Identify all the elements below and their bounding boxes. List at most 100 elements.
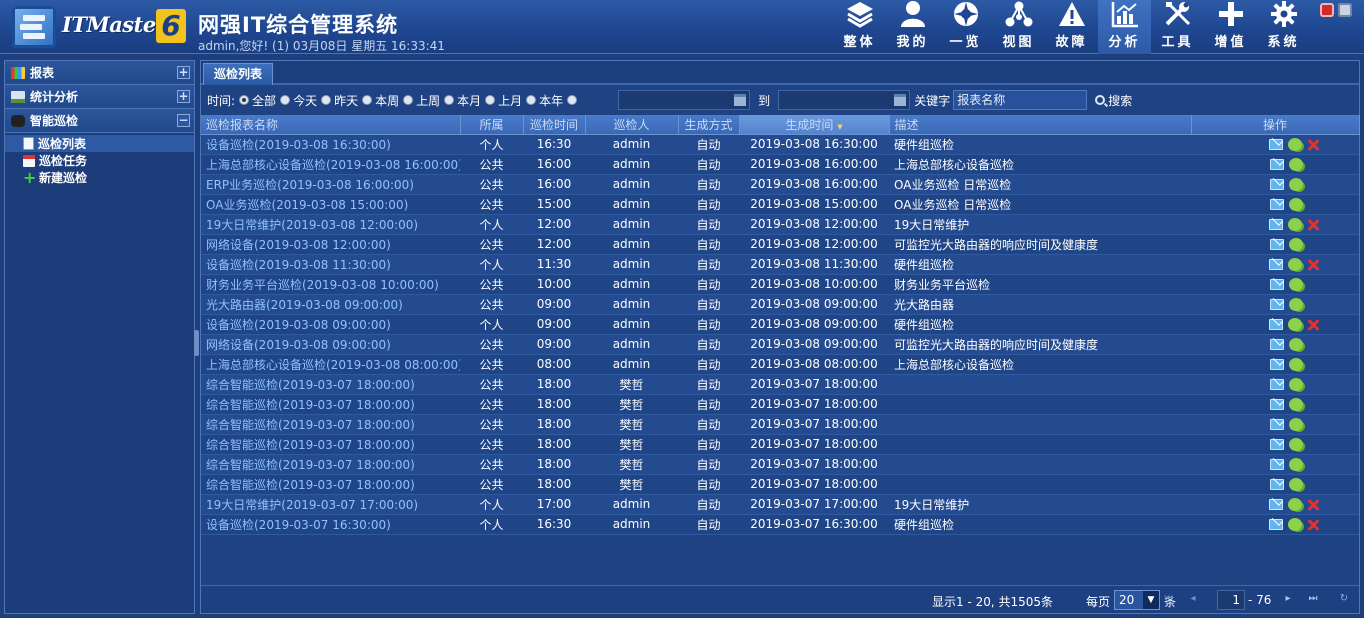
column-header-owner[interactable]: 所属 <box>460 115 524 135</box>
wechat-icon[interactable] <box>1289 378 1303 391</box>
sidebar-item-inspection-task[interactable]: 巡检任务 <box>5 152 194 169</box>
wechat-icon[interactable] <box>1289 278 1303 291</box>
column-header-time[interactable]: 巡检时间 <box>523 115 586 135</box>
wechat-icon[interactable] <box>1289 178 1303 191</box>
wechat-icon[interactable] <box>1289 358 1303 371</box>
radio-icon[interactable] <box>485 95 496 105</box>
nav-analysis[interactable]: 分析 <box>1098 0 1151 54</box>
nav-fault[interactable]: 故障 <box>1045 0 1098 54</box>
table-row[interactable]: 19大日常维护(2019-03-08 12:00:00) 个人 12:00 admin… <box>201 214 1359 235</box>
delete-icon[interactable] <box>1307 499 1319 511</box>
radio-icon[interactable] <box>526 95 537 105</box>
table-row[interactable]: OA业务巡检(2019-03-08 15:00:00) 公共 15:00 admin 自… <box>201 194 1359 215</box>
wechat-icon[interactable] <box>1288 498 1302 511</box>
radio-icon[interactable] <box>239 95 250 105</box>
table-row[interactable]: 19大日常维护(2019-03-07 17:00:00) 个人 17:00 admin… <box>201 494 1359 515</box>
table-row[interactable]: 综合智能巡检(2019-03-07 18:00:00) 公共 18:00 樊哲 自动 20… <box>201 434 1359 455</box>
report-name-link[interactable]: 财务业务平台巡检(2019-03-08 10:00:00) <box>201 274 460 295</box>
page-number-input[interactable]: 1 <box>1217 590 1245 610</box>
time-option-radio-extra[interactable] <box>567 92 580 109</box>
table-row[interactable]: ERP业务巡检(2019-03-08 16:00:00) 公共 16:00 admin… <box>201 174 1359 195</box>
nav-value-added[interactable]: 增值 <box>1204 0 1257 54</box>
radio-icon[interactable] <box>280 95 291 105</box>
expand-icon[interactable]: + <box>177 90 190 103</box>
report-name-link[interactable]: 设备巡检(2019-03-08 09:00:00) <box>201 314 460 335</box>
report-name-link[interactable]: 19大日常维护(2019-03-08 12:00:00) <box>201 214 460 235</box>
time-option-radio[interactable]: 上月 <box>485 92 522 109</box>
wechat-icon[interactable] <box>1289 298 1303 311</box>
report-name-link[interactable]: 综合智能巡检(2019-03-07 18:00:00) <box>201 394 460 415</box>
refresh-icon[interactable]: ↻ <box>1338 593 1350 605</box>
delete-icon[interactable] <box>1307 519 1319 531</box>
first-page-icon[interactable]: ⏮ <box>1163 593 1175 605</box>
delete-icon[interactable] <box>1307 219 1319 231</box>
wechat-icon[interactable] <box>1289 418 1303 431</box>
next-page-icon[interactable]: ▸ <box>1282 593 1294 605</box>
email-icon[interactable] <box>1270 239 1284 250</box>
fullscreen-icon[interactable] <box>1338 3 1352 17</box>
time-option-radio[interactable]: 上周 <box>403 92 440 109</box>
email-icon[interactable] <box>1270 199 1284 210</box>
email-icon[interactable] <box>1270 459 1284 470</box>
email-icon[interactable] <box>1269 319 1283 330</box>
wechat-icon[interactable] <box>1289 398 1303 411</box>
report-name-link[interactable]: 综合智能巡检(2019-03-07 18:00:00) <box>201 434 460 455</box>
prev-page-icon[interactable]: ◂ <box>1187 593 1199 605</box>
table-row[interactable]: 设备巡检(2019-03-08 09:00:00) 个人 09:00 admin 自动 2… <box>201 314 1359 335</box>
email-icon[interactable] <box>1269 499 1283 510</box>
wechat-icon[interactable] <box>1289 478 1303 491</box>
email-icon[interactable] <box>1270 279 1284 290</box>
wechat-icon[interactable] <box>1289 458 1303 471</box>
email-icon[interactable] <box>1270 339 1284 350</box>
table-row[interactable]: 综合智能巡检(2019-03-07 18:00:00) 公共 18:00 樊哲 自动 20… <box>201 394 1359 415</box>
radio-icon[interactable] <box>321 95 332 105</box>
nav-overview[interactable]: 一览 <box>939 0 992 54</box>
radio-icon[interactable] <box>362 95 373 105</box>
table-row[interactable]: 设备巡检(2019-03-08 16:30:00) 个人 16:30 admin 自动 2… <box>201 134 1359 155</box>
collapse-icon[interactable]: − <box>177 114 190 127</box>
time-option-radio[interactable]: 昨天 <box>321 92 358 109</box>
email-icon[interactable] <box>1270 179 1284 190</box>
start-date-input[interactable] <box>618 90 751 110</box>
wechat-icon[interactable] <box>1288 258 1302 271</box>
time-option-radio[interactable]: 本周 <box>362 92 399 109</box>
wechat-icon[interactable] <box>1288 318 1302 331</box>
report-name-link[interactable]: 综合智能巡检(2019-03-07 18:00:00) <box>201 474 460 495</box>
table-row[interactable]: 综合智能巡检(2019-03-07 18:00:00) 公共 18:00 樊哲 自动 20… <box>201 474 1359 495</box>
wechat-icon[interactable] <box>1288 518 1302 531</box>
sidebar-section-report[interactable]: 报表 + <box>5 61 194 85</box>
delete-icon[interactable] <box>1307 139 1319 151</box>
report-name-link[interactable]: 综合智能巡检(2019-03-07 18:00:00) <box>201 374 460 395</box>
calendar-icon[interactable] <box>734 94 747 106</box>
per-page-select[interactable]: 20 ▼ <box>1114 590 1160 610</box>
wechat-icon[interactable] <box>1289 238 1303 251</box>
wechat-icon[interactable] <box>1289 198 1303 211</box>
email-icon[interactable] <box>1270 299 1284 310</box>
wechat-icon[interactable] <box>1288 218 1302 231</box>
report-name-link[interactable]: 19大日常维护(2019-03-07 17:00:00) <box>201 494 460 515</box>
report-name-link[interactable]: 光大路由器(2019-03-08 09:00:00) <box>201 294 460 315</box>
sidebar-item-new-inspection[interactable]: + 新建巡检 <box>5 169 194 186</box>
wechat-icon[interactable] <box>1289 338 1303 351</box>
report-name-link[interactable]: 网络设备(2019-03-08 12:00:00) <box>201 234 460 255</box>
end-date-input[interactable] <box>778 90 911 110</box>
nav-overall[interactable]: 整体 <box>833 0 886 54</box>
nav-view[interactable]: 视图 <box>992 0 1045 54</box>
keyword-input[interactable]: 报表名称 <box>953 90 1088 110</box>
email-icon[interactable] <box>1270 439 1284 450</box>
report-name-link[interactable]: 上海总部核心设备巡检(2019-03-08 08:00:00) <box>201 354 460 375</box>
report-name-link[interactable]: ERP业务巡检(2019-03-08 16:00:00) <box>201 174 460 195</box>
email-icon[interactable] <box>1270 379 1284 390</box>
sidebar-section-inspection[interactable]: 智能巡检 − <box>5 109 194 133</box>
sidebar-item-inspection-list[interactable]: 巡检列表 <box>5 135 194 152</box>
time-option-radio[interactable]: 本年 <box>526 92 563 109</box>
time-option-radio[interactable]: 全部 <box>239 92 276 109</box>
column-header-mode[interactable]: 生成方式 <box>678 115 740 135</box>
column-header-desc[interactable]: 描述 <box>889 115 1192 135</box>
email-icon[interactable] <box>1270 359 1284 370</box>
radio-icon[interactable] <box>567 95 578 105</box>
chevron-down-icon[interactable]: ▼ <box>1143 591 1159 609</box>
email-icon[interactable] <box>1270 399 1284 410</box>
email-icon[interactable] <box>1269 519 1283 530</box>
table-row[interactable]: 财务业务平台巡检(2019-03-08 10:00:00) 公共 10:00 admi… <box>201 274 1359 295</box>
